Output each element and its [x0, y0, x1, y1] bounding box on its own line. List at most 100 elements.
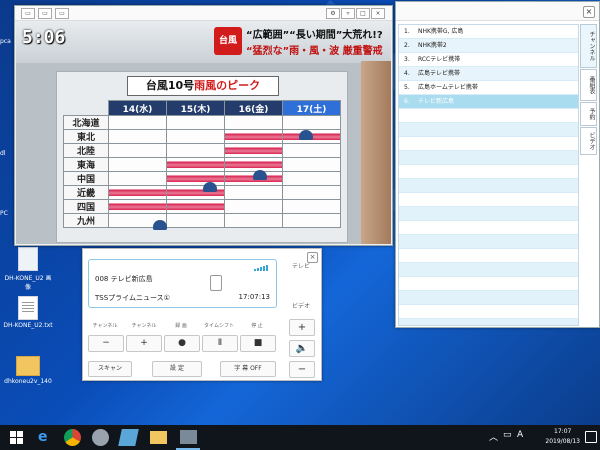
umbrella-icon	[203, 182, 217, 192]
close-icon[interactable]: ×	[371, 8, 385, 19]
empty-list-row	[399, 263, 578, 277]
desktop-icon-label: DH-KONE_U2 画像	[4, 275, 52, 291]
desktop-icon-folder[interactable]: dhkoneu2v_140	[3, 356, 53, 385]
volume-up-button[interactable]: +	[289, 319, 315, 336]
empty-list-row	[399, 249, 578, 263]
mute-button[interactable]: 🔈	[289, 340, 315, 357]
app-icon[interactable]	[92, 429, 109, 446]
day-header: 15(木)	[166, 100, 225, 116]
settings-icon[interactable]: ⚙	[326, 8, 340, 19]
channel-number: 6.	[404, 98, 410, 105]
empty-list-row	[399, 165, 578, 179]
volume-down-button[interactable]: −	[289, 361, 315, 378]
channel-item[interactable]: 5. 広島ホームテレビ携帯	[399, 81, 578, 95]
empty-list-row	[399, 193, 578, 207]
desktop-icon-label: DH-KONE_U2.txt	[3, 322, 53, 329]
control-label: チャンネル	[131, 323, 157, 329]
tab-program-guide[interactable]: 番組表	[580, 69, 597, 101]
remote-control-window[interactable]: × 008 テレビ新広島 TSSプライムニュース① 17:07:13 テレビ ビ…	[82, 248, 322, 381]
tab-channel[interactable]: チャンネル	[580, 24, 597, 68]
channel-item-selected[interactable]: 6. テレビ新広島	[399, 95, 578, 109]
tv-window-titlebar[interactable]: ▭ ▭ ▭ ⚙ ▿ □ ×	[15, 6, 392, 21]
ime-indicator[interactable]: A	[517, 430, 523, 440]
channel-window-titlebar[interactable]: ×	[396, 2, 599, 21]
channel-item[interactable]: 3. RCCテレビ携帯	[399, 53, 578, 67]
umbrella-icon	[153, 220, 167, 230]
channel-name: RCCテレビ携帯	[418, 56, 461, 63]
table-corner	[64, 101, 109, 116]
timeshift-button[interactable]: Ⅱ	[202, 335, 238, 352]
tv-video-switch[interactable]	[210, 275, 222, 291]
empty-list-row	[399, 151, 578, 165]
scan-button[interactable]: スキャン	[88, 361, 132, 377]
image-file-icon	[18, 247, 38, 271]
control-label: 録 画	[175, 323, 187, 329]
pin-icon[interactable]: ▿	[341, 8, 355, 19]
now-playing-box: 008 テレビ新広島 TSSプライムニュース① 17:07:13	[88, 259, 277, 308]
notification-icon[interactable]	[585, 431, 597, 443]
empty-list-row	[399, 109, 578, 123]
board-title-red: 雨風のピーク	[194, 79, 261, 92]
region-label: 中国	[63, 171, 109, 186]
region-label: 北海道	[63, 115, 109, 130]
system-clock[interactable]: 17:07 2019/08/13	[545, 427, 580, 447]
desktop-icon-txt[interactable]: DH-KONE_U2.txt	[3, 296, 53, 329]
presenter-figure	[361, 61, 391, 244]
tv-video-window[interactable]: ▭ ▭ ▭ ⚙ ▿ □ × 5:06 台風 “広範囲”“長い期間”大荒れ!? “…	[14, 5, 393, 246]
channel-item[interactable]: 1. NHK携帯G, 広島	[399, 25, 578, 39]
taskbar: e ︿ ▭ A 17:07 2019/08/13	[0, 425, 600, 450]
tv-app-icon[interactable]	[180, 430, 197, 444]
windows-start-icon[interactable]	[8, 429, 25, 446]
video-mode-label: ビデオ	[291, 303, 310, 310]
channel-number: 3.	[404, 56, 410, 63]
stop-button[interactable]: ■	[240, 335, 276, 352]
headline-bottom: “猛烈な”雨・風・波 厳重警戒	[246, 46, 383, 57]
clock-time: 17:07	[554, 428, 572, 435]
umbrella-icon	[299, 130, 313, 140]
desktop-icon-image[interactable]: DH-KONE_U2 画像	[3, 247, 53, 291]
region-label: 東海	[63, 157, 109, 172]
empty-list-row	[399, 319, 578, 325]
network-icon[interactable]: ▭	[503, 430, 512, 440]
broadcast-clock: 5:06	[22, 27, 66, 48]
tab-reservation[interactable]: 予約	[580, 102, 597, 126]
channel-name: 広島テレビ携帯	[418, 70, 461, 77]
channel-name: NHK携帯2	[418, 42, 447, 49]
control-label: チャンネル	[92, 323, 118, 329]
channel-list[interactable]: 1. NHK携帯G, 広島 2. NHK携帯2 3. RCCテレビ携帯 4. 広島テレビ…	[398, 24, 579, 326]
current-channel: 008 テレビ新広島	[95, 275, 153, 283]
app-icon[interactable]	[118, 429, 139, 446]
channel-number: 4.	[404, 70, 410, 77]
region-label: 九州	[63, 213, 109, 228]
channel-name: NHK携帯G, 広島	[418, 28, 464, 35]
channel-list-window[interactable]: × 1. NHK携帯G, 広島 2. NHK携帯2 3. RCCテレビ携帯 4. 広島テ…	[395, 1, 600, 328]
settings-button[interactable]: 設 定	[152, 361, 202, 377]
region-label: 近畿	[63, 185, 109, 200]
tv-video-frame[interactable]: 5:06 台風 “広範囲”“長い期間”大荒れ!? “猛烈な”雨・風・波 厳重警戒…	[16, 21, 391, 244]
view-mode-2-button[interactable]: ▭	[38, 8, 52, 19]
close-icon[interactable]: ×	[583, 6, 595, 18]
channel-item[interactable]: 2. NHK携帯2	[399, 39, 578, 53]
desktop-edge-label: PC	[0, 210, 8, 217]
channel-up-button[interactable]: +	[126, 335, 162, 352]
side-tab-bar: チャンネル 番組表 予約 ビデオ	[580, 24, 597, 156]
channel-number: 2.	[404, 42, 410, 49]
empty-list-row	[399, 137, 578, 151]
channel-down-button[interactable]: −	[88, 335, 124, 352]
maximize-icon[interactable]: □	[356, 8, 370, 19]
channel-item[interactable]: 4. 広島テレビ携帯	[399, 67, 578, 81]
empty-list-row	[399, 305, 578, 319]
view-mode-3-button[interactable]: ▭	[55, 8, 69, 19]
record-button[interactable]: ●	[164, 335, 200, 352]
tab-video[interactable]: ビデオ	[580, 127, 597, 155]
file-explorer-icon[interactable]	[150, 431, 167, 444]
view-mode-1-button[interactable]: ▭	[21, 8, 35, 19]
subtitle-toggle-button[interactable]: 字 幕 OFF	[220, 361, 276, 377]
chevron-up-icon[interactable]: ︿	[489, 430, 498, 443]
day-header: 16(金)	[224, 100, 283, 116]
edge-browser-icon[interactable]: e	[38, 429, 55, 446]
chrome-browser-icon[interactable]	[64, 429, 81, 446]
desktop-icon-label: dhkoneu2v_140	[4, 378, 52, 385]
storm-peak-table: 14(水) 15(木) 16(金) 17(土) 北海道 東北 北陸 東海 中国 …	[63, 100, 341, 228]
channel-name: テレビ新広島	[418, 98, 455, 105]
